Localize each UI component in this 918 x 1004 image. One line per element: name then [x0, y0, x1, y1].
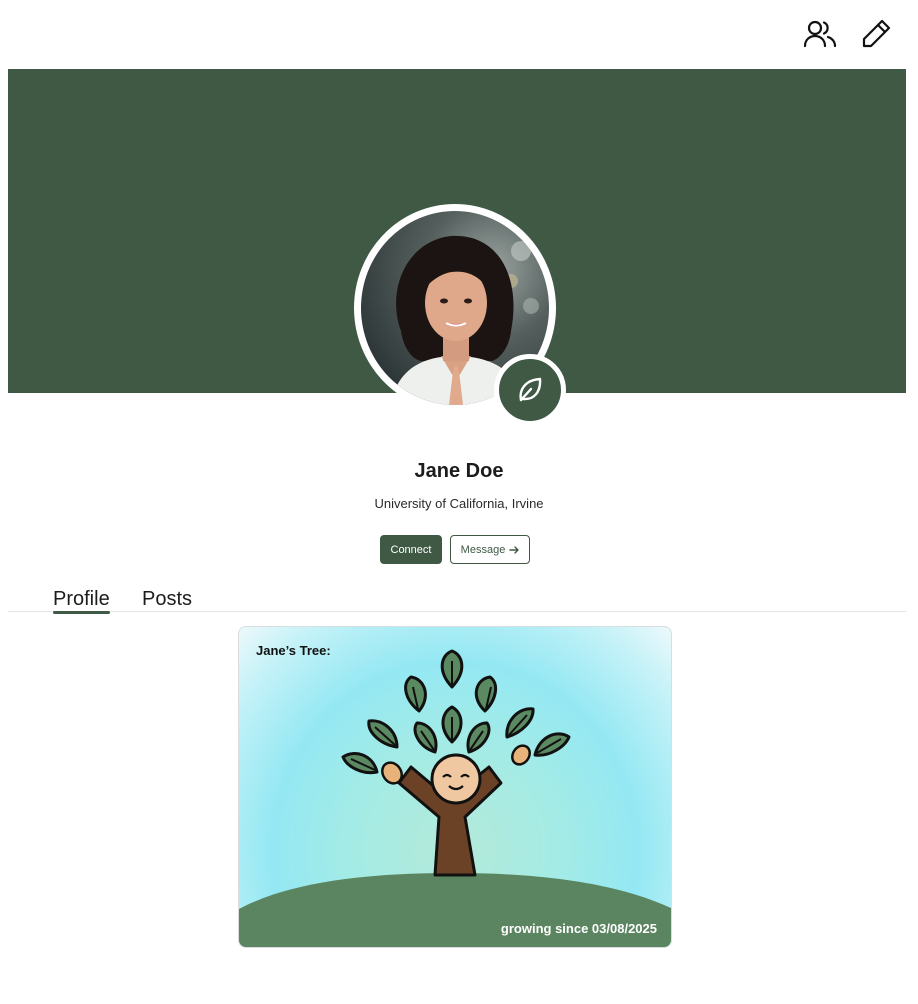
leaf-badge — [494, 354, 566, 426]
tree-card-since: growing since 03/08/2025 — [500, 921, 657, 936]
profile-school: University of California, Irvine — [374, 496, 544, 511]
tree-card-title: Jane’s Tree: — [256, 643, 331, 658]
tree-card[interactable]: Jane’s Tree: growing since 03/08/2025 — [238, 626, 672, 948]
hill — [239, 873, 671, 947]
leaf-icon — [519, 377, 542, 402]
tab-posts[interactable]: Posts — [142, 586, 192, 612]
tab-profile[interactable]: Profile — [53, 586, 110, 614]
edit-icon[interactable] — [858, 16, 894, 52]
friends-icon[interactable] — [802, 16, 838, 52]
tree-illustration — [239, 649, 671, 947]
connect-button[interactable]: Connect — [380, 535, 442, 564]
arrow-right-icon — [509, 545, 520, 554]
message-button[interactable]: Message — [450, 535, 530, 564]
connect-button-label: Connect — [390, 543, 432, 556]
message-button-label: Message — [460, 543, 506, 556]
tree-face — [430, 753, 482, 805]
profile-tabs: Profile Posts — [8, 586, 906, 614]
profile-name: Jane Doe — [414, 460, 504, 482]
top-bar — [0, 0, 918, 68]
